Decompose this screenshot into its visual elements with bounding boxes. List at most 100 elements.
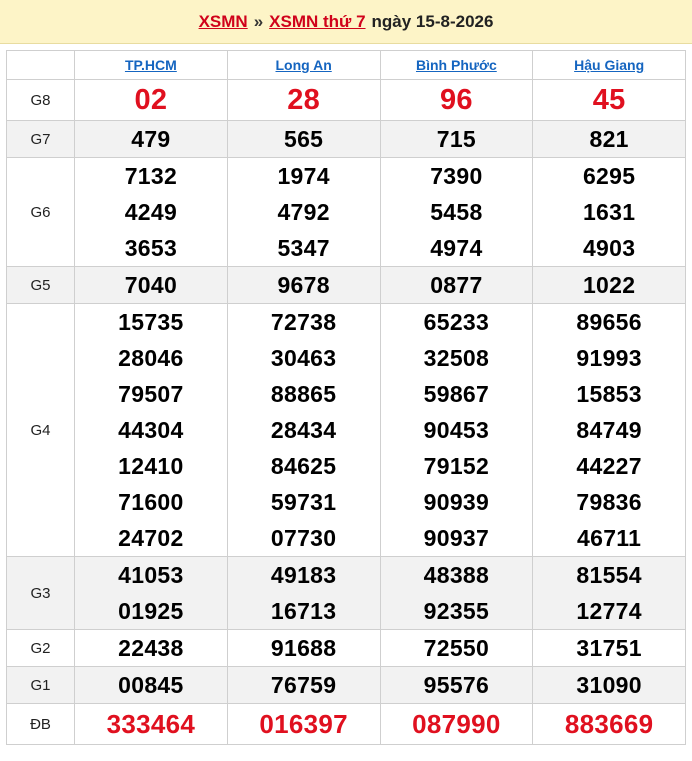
- prize-number: 32508: [423, 345, 490, 371]
- prize-label-header: [6, 50, 75, 80]
- prize-number: 1022: [582, 272, 636, 298]
- prize-number: 5458: [430, 199, 483, 225]
- prize-number: 883669: [564, 709, 654, 739]
- province-header-row: TP.HCM Long An Bình Phước Hậu Giang: [6, 50, 686, 80]
- prize-cell: 016397: [226, 703, 381, 745]
- prize-number: 7132: [124, 163, 178, 189]
- prize-number: 46711: [577, 525, 642, 551]
- lottery-results-table: TP.HCM Long An Bình Phước Hậu Giang G8 02…: [6, 50, 686, 745]
- prize-cell: 48388 92355: [379, 556, 534, 630]
- province-link-binh-phuoc[interactable]: Bình Phước: [416, 57, 497, 73]
- prize-number: 7040: [124, 272, 178, 298]
- prize-cell: 565: [226, 120, 381, 158]
- prize-label: G5: [6, 266, 75, 304]
- prize-number: 333464: [106, 709, 196, 739]
- prize-number: 72550: [423, 635, 490, 661]
- breadcrumb-separator: »: [253, 11, 264, 31]
- prize-number: 31751: [576, 635, 642, 661]
- province-header: Long An: [226, 50, 381, 80]
- prize-number: 1974: [277, 163, 330, 189]
- prize-number: 1631: [582, 199, 636, 225]
- prize-cell: 7390 5458 4974: [379, 157, 534, 267]
- prize-cell: 41053 01925: [74, 556, 228, 630]
- prize-number: 49183: [270, 562, 337, 588]
- prize-number: 01925: [118, 598, 184, 624]
- prize-row-g7: G7 479 565 715 821: [6, 120, 686, 158]
- prize-number: 15735: [118, 309, 184, 335]
- prize-row-g6: G6 7132 4249 3653 1974 4792 5347 7390 5458 4974 62…: [6, 157, 686, 267]
- prize-number: 89656: [576, 309, 642, 335]
- province-header: Bình Phước: [379, 50, 534, 80]
- prize-number: 5347: [277, 235, 330, 261]
- prize-number: 44227: [576, 453, 642, 479]
- prize-cell: 00845: [74, 666, 228, 704]
- prize-number: 84625: [270, 453, 337, 479]
- prize-number: 79507: [118, 381, 184, 407]
- xsmn-saturday-link[interactable]: XSMN thứ 7: [269, 12, 365, 32]
- results-container: TP.HCM Long An Bình Phước Hậu Giang G8 02…: [0, 44, 692, 745]
- prize-cell: 72550: [379, 629, 534, 667]
- prize-row-g4: G4 15735 28046 79507 44304 12410 71600 24702 727…: [6, 303, 686, 557]
- prize-number: 4792: [277, 199, 330, 225]
- province-header: TP.HCM: [74, 50, 228, 80]
- prize-row-g2: G2 22438 91688 72550 31751: [6, 629, 686, 667]
- prize-cell: 95576: [379, 666, 534, 704]
- province-header: Hậu Giang: [532, 50, 686, 80]
- province-link-long-an[interactable]: Long An: [276, 57, 332, 73]
- prize-number: 95576: [423, 672, 490, 698]
- prize-rows: G8 02 28 96 45 G7 479 565 715 821 G6 7132 4249 3653 19…: [6, 79, 686, 745]
- prize-number: 79836: [576, 489, 642, 515]
- prize-cell: 22438: [74, 629, 228, 667]
- prize-number: 00845: [118, 672, 184, 698]
- prize-number: 92355: [423, 598, 490, 624]
- prize-number: 12410: [118, 453, 184, 479]
- prize-number: 59867: [423, 381, 490, 407]
- prize-cell: 883669: [532, 703, 686, 745]
- prize-number: 6295: [582, 163, 636, 189]
- prize-number: 4249: [124, 199, 178, 225]
- prize-number: 30463: [270, 345, 337, 371]
- prize-number: 96: [439, 84, 473, 116]
- prize-label: G8: [6, 79, 75, 121]
- prize-cell: 28: [226, 79, 381, 121]
- prize-cell: 087990: [379, 703, 534, 745]
- prize-row-g1: G1 00845 76759 95576 31090: [6, 666, 686, 704]
- prize-number: 28434: [270, 417, 337, 443]
- prize-number: 479: [131, 126, 171, 152]
- prize-number: 91688: [270, 635, 337, 661]
- prize-cell: 6295 1631 4903: [532, 157, 686, 267]
- prize-number: 65233: [423, 309, 490, 335]
- prize-number: 4974: [430, 235, 483, 261]
- prize-number: 79152: [423, 453, 490, 479]
- prize-number: 48388: [423, 562, 490, 588]
- prize-cell: 15735 28046 79507 44304 12410 71600 24702: [74, 303, 228, 557]
- prize-cell: 0877: [379, 266, 534, 304]
- prize-cell: 1974 4792 5347: [226, 157, 381, 267]
- prize-cell: 715: [379, 120, 534, 158]
- prize-cell: 02: [74, 79, 228, 121]
- prize-label: G7: [6, 120, 75, 158]
- prize-cell: 91688: [226, 629, 381, 667]
- province-link-hau-giang[interactable]: Hậu Giang: [574, 57, 644, 73]
- province-link-tphcm[interactable]: TP.HCM: [125, 57, 177, 73]
- prize-cell: 9678: [226, 266, 381, 304]
- xsmn-link[interactable]: XSMN: [199, 12, 248, 32]
- prize-number: 016397: [259, 709, 348, 739]
- prize-number: 02: [134, 84, 168, 116]
- prize-number: 07730: [270, 525, 337, 551]
- prize-number: 4903: [582, 235, 636, 261]
- prize-number: 45: [592, 84, 626, 116]
- prize-number: 24702: [118, 525, 184, 551]
- prize-row-g3: G3 41053 01925 49183 16713 48388 92355 81554 127…: [6, 556, 686, 630]
- prize-cell: 821: [532, 120, 686, 158]
- prize-number: 44304: [118, 417, 184, 443]
- prize-row-g8: G8 02 28 96 45: [6, 79, 686, 121]
- prize-cell: 45: [532, 79, 686, 121]
- prize-number: 16713: [270, 598, 337, 624]
- prize-number: 28046: [118, 345, 184, 371]
- prize-label: G6: [6, 157, 75, 267]
- prize-cell: 76759: [226, 666, 381, 704]
- prize-number: 087990: [412, 709, 501, 739]
- prize-number: 90453: [423, 417, 490, 443]
- prize-number: 91993: [576, 345, 642, 371]
